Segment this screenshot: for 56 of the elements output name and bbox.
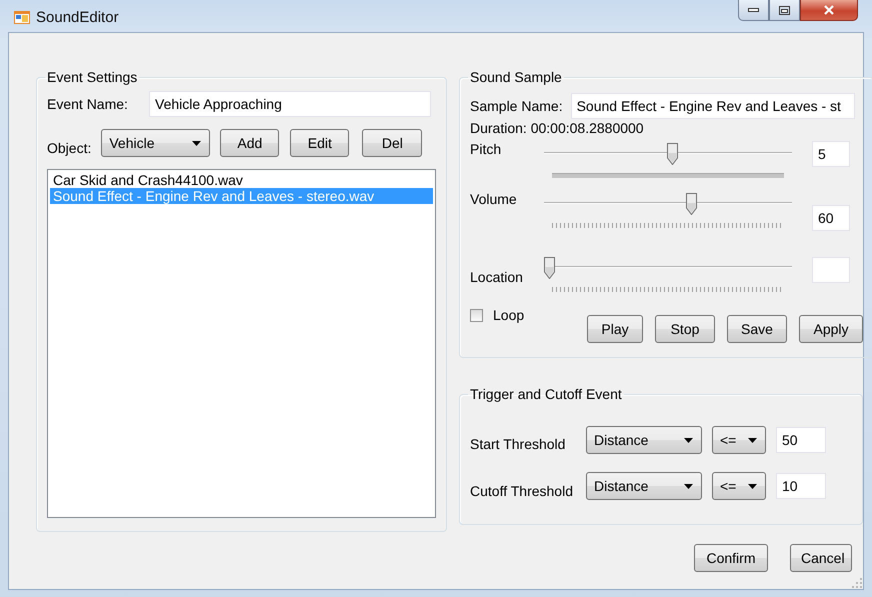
- apply-button[interactable]: Apply: [799, 315, 863, 343]
- input-field[interactable]: Sound Effect - Engine Rev and Leaves - st: [570, 93, 855, 119]
- field-label: Event Name:: [47, 96, 129, 112]
- resize-grip[interactable]: [852, 578, 862, 588]
- close-button[interactable]: [800, 0, 858, 21]
- dropdown[interactable]: <=: [712, 472, 766, 500]
- dropdown[interactable]: Distance: [586, 472, 702, 500]
- slider-label: Volume: [470, 191, 518, 207]
- maximize-button[interactable]: [769, 0, 800, 21]
- app-icon: [14, 11, 30, 24]
- minimize-button[interactable]: [738, 0, 769, 21]
- input-field[interactable]: Vehicle Approaching: [149, 91, 431, 117]
- slider-label: Pitch: [470, 141, 502, 157]
- window-title: SoundEditor: [36, 9, 119, 26]
- confirm-button[interactable]: Confirm: [694, 544, 768, 572]
- checkbox-label: Loop: [493, 307, 526, 323]
- minimize-icon: [748, 8, 759, 12]
- slider-track[interactable]: [544, 257, 792, 281]
- caret-icon: [748, 484, 757, 488]
- value-field[interactable]: 50: [776, 427, 826, 453]
- value-field[interactable]: 60: [812, 205, 850, 231]
- slider-track[interactable]: [544, 193, 792, 217]
- slider-thumb[interactable]: [667, 143, 678, 165]
- add-button[interactable]: Add: [220, 129, 280, 157]
- field-label: Sample Name:: [470, 98, 563, 114]
- threshold-label: Cutoff Threshold: [470, 483, 574, 499]
- slider-track[interactable]: [544, 143, 792, 167]
- delete-button[interactable]: Del: [362, 129, 422, 157]
- caret-icon: [684, 484, 693, 488]
- caret-icon: [748, 438, 757, 442]
- slider-thumb[interactable]: [686, 193, 698, 215]
- caret-icon: [684, 438, 693, 442]
- group-title: Event Settings: [46, 69, 138, 85]
- value-field[interactable]: 10: [776, 473, 826, 499]
- slider-thumb[interactable]: [544, 257, 555, 279]
- loop-checkbox[interactable]: [470, 309, 483, 322]
- field-label: Object:: [47, 140, 92, 156]
- edit-button[interactable]: Edit: [290, 129, 350, 157]
- stop-button[interactable]: Stop: [655, 315, 715, 343]
- maximize-icon: [779, 6, 790, 14]
- cancel-button[interactable]: Cancel: [790, 544, 852, 572]
- dropdown[interactable]: Vehicle: [101, 129, 210, 157]
- close-icon: [823, 5, 835, 15]
- duration-text: Duration: 00:00:08.2880000: [470, 120, 645, 136]
- dropdown[interactable]: Distance: [586, 426, 702, 454]
- caret-icon: [192, 140, 202, 146]
- play-button[interactable]: Play: [587, 315, 643, 343]
- group-title: Trigger and Cutoff Event: [469, 386, 623, 402]
- dropdown[interactable]: <=: [712, 426, 766, 454]
- value-field[interactable]: 5: [812, 141, 850, 167]
- value-field[interactable]: [812, 257, 850, 283]
- slider-label: Location: [470, 269, 524, 285]
- threshold-label: Start Threshold: [470, 436, 566, 452]
- group-title: Sound Sample: [469, 69, 563, 85]
- save-button[interactable]: Save: [727, 315, 787, 343]
- list-item[interactable]: Car Skid and Crash44100.wav: [50, 172, 433, 188]
